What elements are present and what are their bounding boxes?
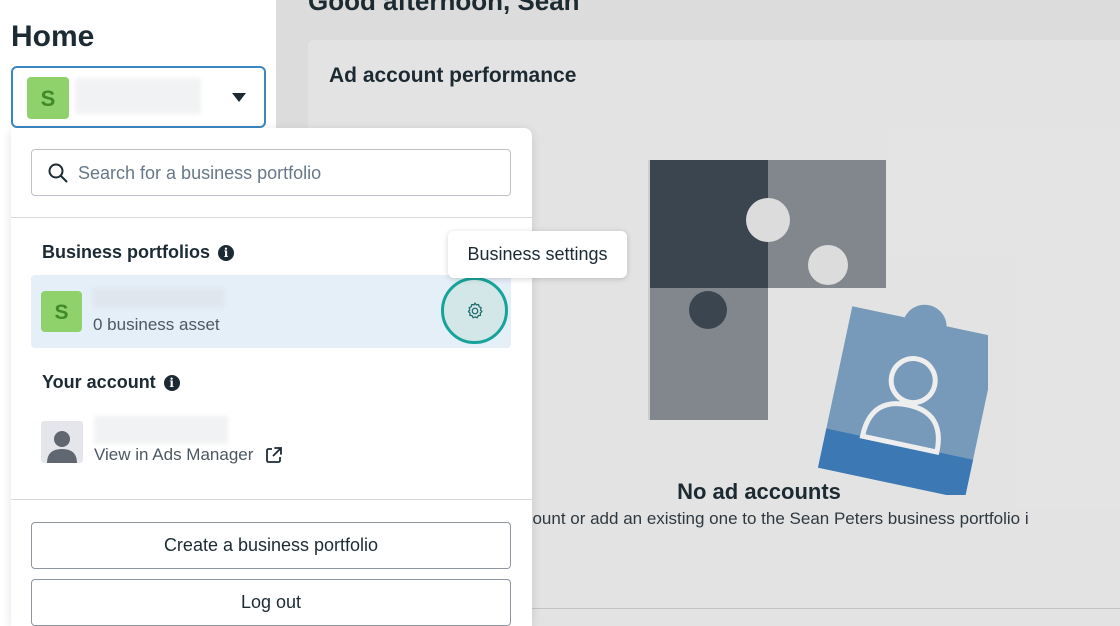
view-in-ads-manager-label: View in Ads Manager [94, 445, 254, 464]
portfolio-dropdown: Business portfolios i S 0 business asset… [11, 128, 532, 626]
your-account-label: Your account [42, 372, 156, 392]
card-title: Ad account performance [329, 64, 577, 87]
greeting: Good afternoon, Sean [308, 0, 580, 16]
logout-button[interactable]: Log out [31, 579, 511, 626]
svg-text:S: S [41, 86, 56, 111]
redacted-account-name [94, 416, 228, 444]
search-box[interactable] [31, 149, 511, 196]
business-settings-button[interactable] [441, 277, 508, 344]
svg-text:S: S [54, 301, 68, 324]
person-avatar-icon [41, 421, 83, 463]
create-business-portfolio-button[interactable]: Create a business portfolio [31, 522, 511, 569]
empty-state-description: account or add an existing one to the Se… [506, 509, 1029, 528]
portfolio-avatar: S [41, 291, 82, 332]
chevron-down-icon[interactable] [232, 93, 246, 102]
redacted-portfolio-name [75, 78, 201, 114]
gear-icon [467, 301, 483, 318]
business-portfolios-label: Business portfolios [42, 242, 211, 262]
asset-count: 0 business asset [93, 315, 220, 334]
portfolio-list-item[interactable]: S 0 business asset [31, 275, 511, 348]
business-settings-tooltip: Business settings [448, 231, 627, 278]
info-icon[interactable]: i [163, 374, 180, 391]
search-icon [48, 163, 68, 183]
business-portfolios-heading: Business portfolios i [42, 242, 235, 263]
external-link-icon [266, 447, 283, 463]
portfolio-selector[interactable]: S [11, 66, 266, 128]
info-icon[interactable]: i [218, 244, 235, 261]
puzzle-illustration [648, 160, 988, 495]
divider [11, 499, 532, 500]
divider [11, 217, 532, 218]
account-item[interactable]: View in Ads Manager [41, 416, 511, 478]
redacted-portfolio-name [93, 288, 225, 308]
search-input[interactable] [78, 158, 498, 188]
page-title: Home [11, 20, 95, 53]
view-in-ads-manager-link[interactable]: View in Ads Manager [94, 445, 283, 465]
your-account-heading: Your account i [42, 372, 180, 393]
portfolio-avatar: S [27, 77, 69, 119]
